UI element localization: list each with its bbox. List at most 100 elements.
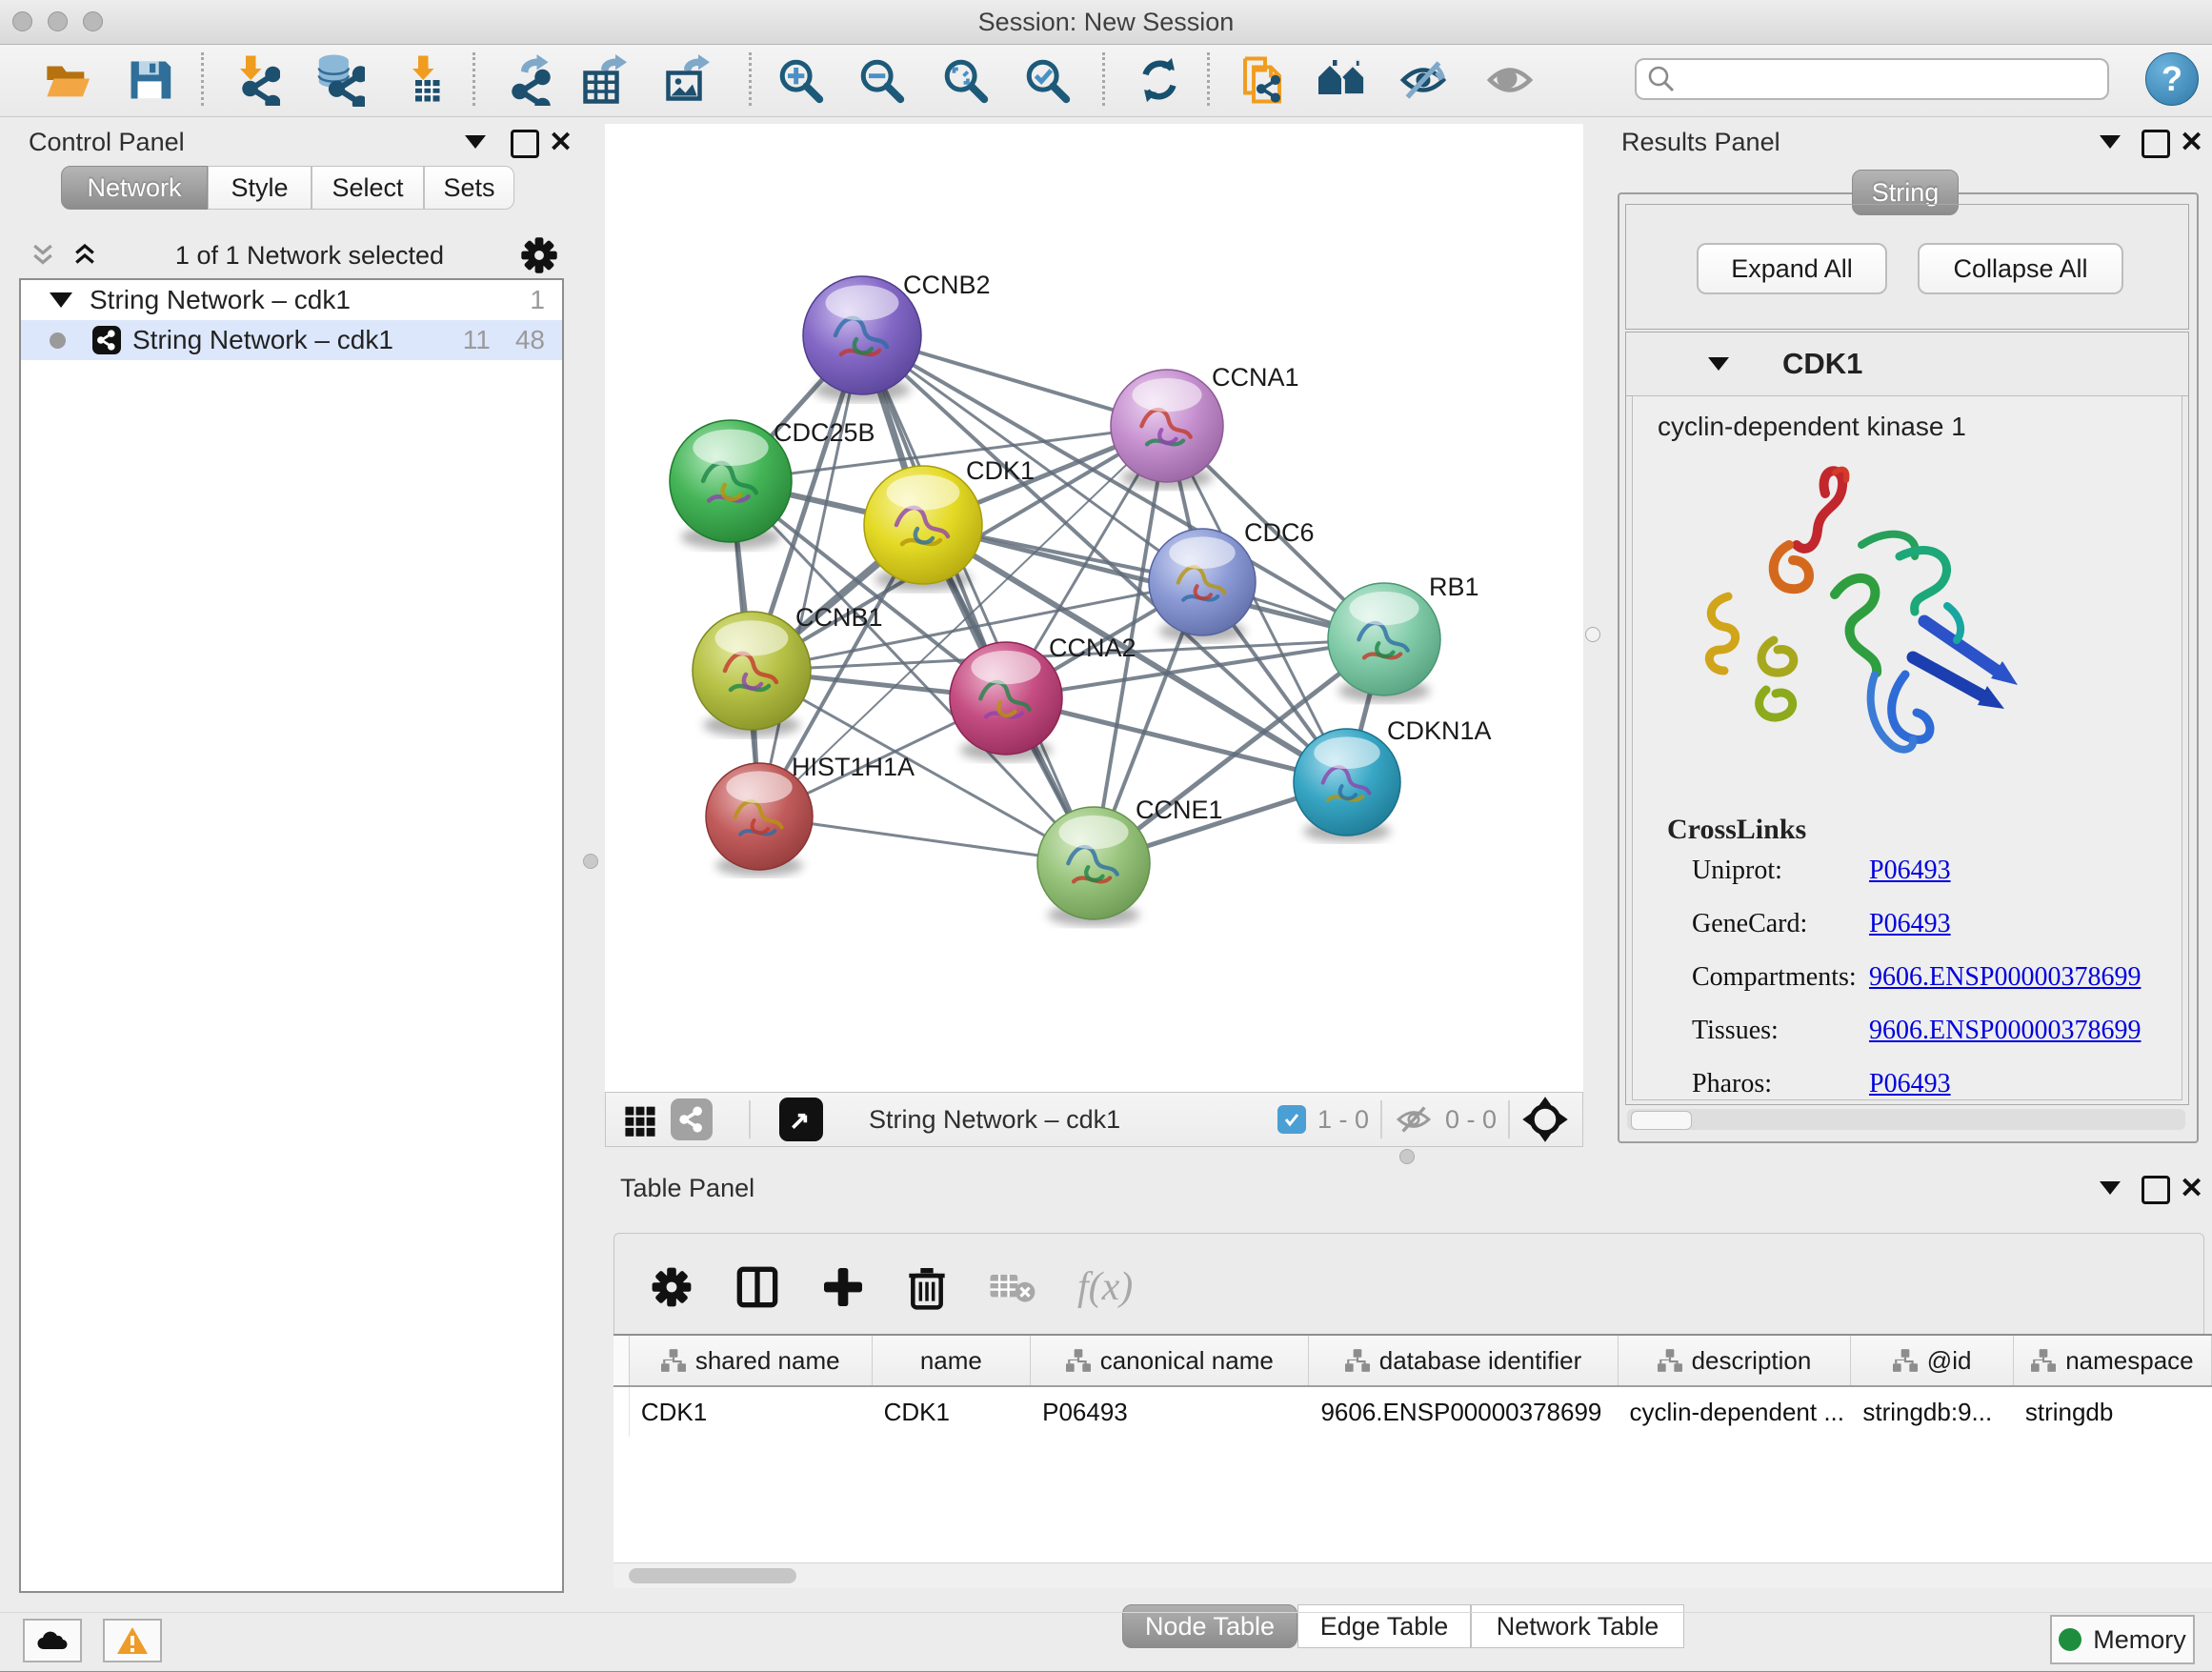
expand-all-icon[interactable] [69,241,101,270]
zoom-fit-button[interactable] [937,52,993,108]
selected-checkbox[interactable] [1277,1105,1306,1134]
gene-description: cyclin-dependent kinase 1 [1658,412,1966,442]
table-cell[interactable]: CDK1 [873,1387,1032,1437]
export-image-button[interactable] [659,52,714,108]
float-panel-icon[interactable] [511,130,539,158]
column-header-namespace[interactable]: namespace [2014,1336,2212,1385]
help-button[interactable]: ? [2145,52,2199,106]
left-splitter-handle[interactable] [583,854,598,869]
network-node-CDC6[interactable]: CDC6 [1149,518,1315,642]
table-cell[interactable]: 9606.ENSP00000378699 [1309,1387,1618,1437]
tab-select[interactable]: Select [312,166,424,210]
hierarchy-icon [2031,1349,2056,1372]
float-menu-icon[interactable] [2100,1181,2121,1195]
network-node-CDK1[interactable]: CDK1 [864,456,1035,591]
columns-icon[interactable] [734,1264,780,1310]
export-table-button[interactable] [576,52,632,108]
table-cell[interactable]: stringdb:9... [1851,1387,2014,1437]
hide-selected-button[interactable] [1396,52,1451,108]
bottom-splitter-handle[interactable] [1399,1149,1415,1164]
network-node-HIST1H1A[interactable]: HIST1H1A [706,753,915,876]
column-header-name[interactable]: name [873,1336,1032,1385]
network-overview-icon[interactable] [671,1098,713,1140]
network-edge-CCNB2-CCNE1[interactable] [862,335,1094,863]
table-cell[interactable]: CDK1 [630,1387,873,1437]
zoom-in-button[interactable] [773,52,828,108]
close-panel-icon[interactable]: ✕ [2180,1172,2203,1205]
right-splitter-handle[interactable] [1585,627,1600,642]
hidden-eye-icon[interactable] [1394,1103,1434,1136]
float-menu-icon[interactable] [2100,135,2121,149]
import-network-database-button[interactable] [311,52,366,108]
expand-all-button[interactable]: Expand All [1697,243,1887,294]
network-collection-row[interactable]: String Network – cdk1 1 [21,280,562,320]
crosslink-link[interactable]: P06493 [1869,1069,1951,1099]
network-node-CCNE1[interactable]: CCNE1 [1037,796,1223,926]
tab-network[interactable]: Network [61,166,208,210]
network-canvas[interactable]: CCNB2 CCNA1 CDC25BCDK1 CDC6RB1 CCNB1 CCNA2 CDK… [605,124,1583,1092]
grid-view-icon[interactable] [621,1100,659,1138]
scrollbar-thumb[interactable] [629,1568,796,1583]
import-table-file-button[interactable] [396,52,452,108]
network-node-CDKN1A[interactable]: CDKN1A [1294,716,1492,842]
column-header-shared-name[interactable]: shared name [630,1336,873,1385]
search-input[interactable] [1677,65,2081,93]
float-panel-icon[interactable] [2142,130,2170,158]
refresh-layout-button[interactable] [1132,52,1187,108]
export-network-button[interactable] [499,52,554,108]
crosslink-link[interactable]: 9606.ENSP00000378699 [1869,1016,2141,1046]
crosslink-link[interactable]: P06493 [1869,856,1951,886]
network-edge-CCNB2-HIST1H1A[interactable] [759,335,862,816]
save-session-button[interactable] [122,52,177,108]
gear-icon[interactable] [649,1264,694,1310]
collapse-all-icon[interactable] [27,241,59,270]
collapse-arrow-icon[interactable] [1708,357,1729,371]
table-cell[interactable]: cyclin-dependent ... [1619,1387,1852,1437]
new-network-from-selection-button[interactable] [1235,52,1290,108]
open-session-button[interactable] [40,52,95,108]
tab-sets[interactable]: Sets [424,166,514,210]
network-node-RB1[interactable]: RB1 [1328,573,1479,702]
gene-section-header[interactable]: CDK1 [1626,332,2188,396]
delete-icon[interactable] [906,1264,948,1310]
table-cell[interactable]: P06493 [1031,1387,1309,1437]
float-panel-icon[interactable] [2142,1176,2170,1204]
table-hscrollbar[interactable] [613,1562,2212,1588]
gear-icon[interactable] [518,234,560,276]
clear-table-icon[interactable] [988,1268,1037,1306]
cloud-status-button[interactable] [23,1619,82,1662]
network-row-selected[interactable]: String Network – cdk1 11 48 [21,320,562,360]
import-network-file-button[interactable] [227,52,282,108]
fit-selected-icon[interactable] [1521,1096,1569,1143]
network-node-CCNB2[interactable]: CCNB2 [803,271,991,401]
memory-button[interactable]: Memory [2050,1615,2195,1664]
function-builder-icon[interactable]: f(x) [1077,1264,1133,1310]
crosslink-link[interactable]: 9606.ENSP00000378699 [1869,962,2141,993]
tab-style[interactable]: Style [208,166,312,210]
crosslink-link[interactable]: P06493 [1869,909,1951,939]
warning-status-button[interactable] [103,1619,162,1662]
scrollbar-thumb[interactable] [1631,1111,1692,1130]
table-cell[interactable]: stringdb [2014,1387,2212,1437]
close-panel-icon[interactable]: ✕ [2180,126,2203,159]
table-row[interactable]: CDK1CDK1P064939606.ENSP00000378699cyclin… [613,1387,2212,1437]
network-node-CCNB1[interactable]: CCNB1 [693,603,883,736]
column-header-canonical-name[interactable]: canonical name [1031,1336,1309,1385]
detach-view-icon[interactable] [779,1098,823,1141]
add-icon[interactable] [820,1264,866,1310]
collapse-all-button[interactable]: Collapse All [1918,243,2123,294]
close-panel-icon[interactable]: ✕ [549,126,573,159]
column-header-description[interactable]: description [1619,1336,1852,1385]
column-header--id[interactable]: @id [1851,1336,2013,1385]
results-hscrollbar[interactable] [1627,1109,2185,1130]
first-neighbors-button[interactable] [1314,52,1369,108]
zoom-selected-button[interactable] [1019,52,1075,108]
zoom-out-button[interactable] [854,52,909,108]
network-node-CCNA2[interactable]: CCNA2 [950,634,1136,761]
network-node-CDC25B[interactable]: CDC25B [670,418,875,550]
collapse-arrow-icon[interactable] [50,292,72,308]
show-all-button[interactable] [1482,52,1538,108]
column-header-database-identifier[interactable]: database identifier [1309,1336,1618,1385]
network-node-CCNA1[interactable]: CCNA1 [1111,363,1299,489]
float-menu-icon[interactable] [465,135,486,149]
